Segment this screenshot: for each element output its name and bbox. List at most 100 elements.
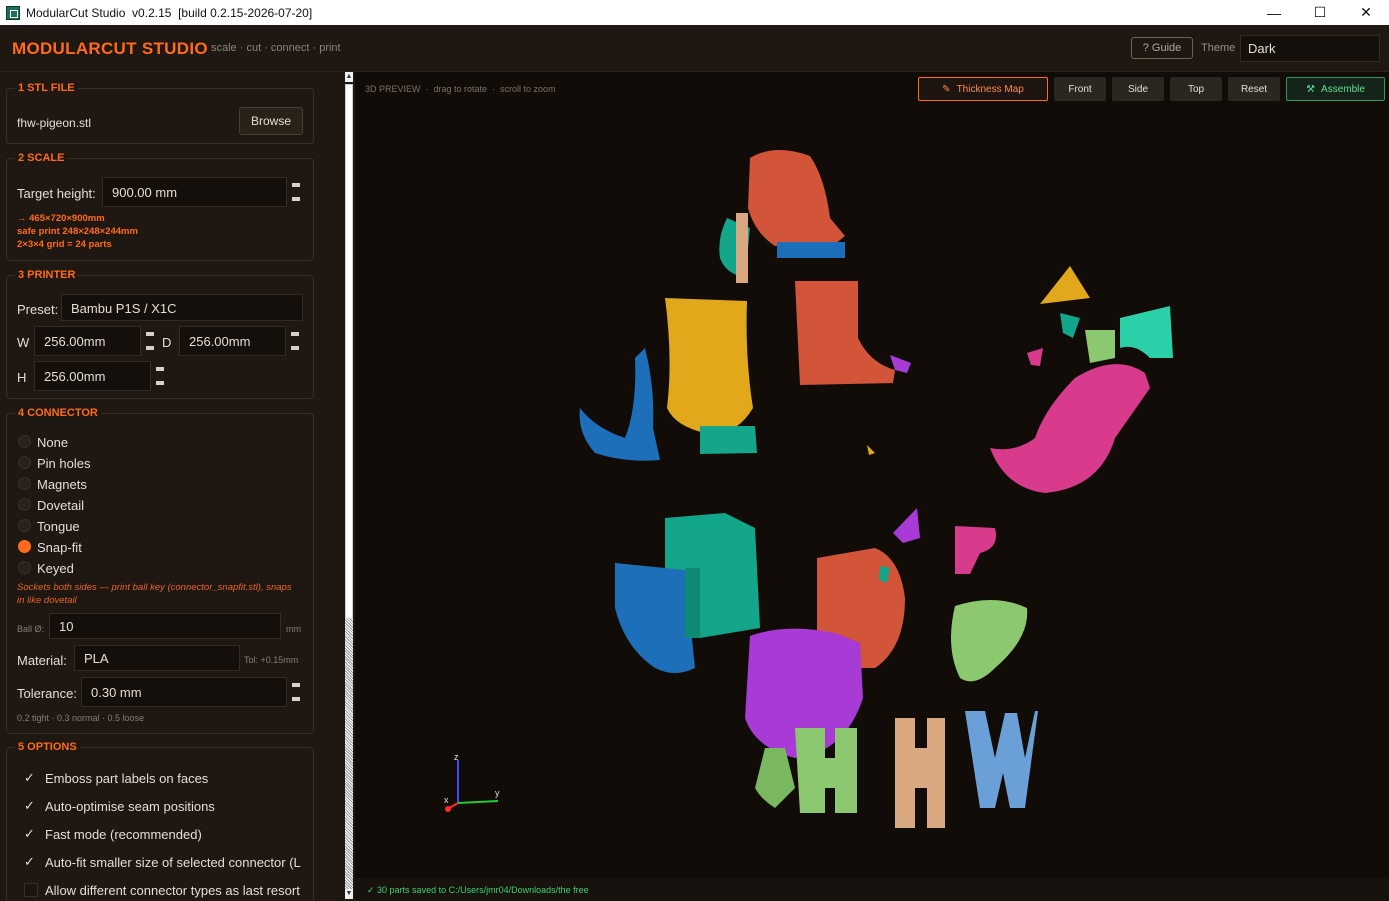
browse-button[interactable]: Browse [239, 107, 303, 135]
part-yellow-bit[interactable] [867, 445, 875, 455]
connector-note-cont: in like dovetail [17, 595, 77, 606]
scroll-up-arrow[interactable]: ▲ [345, 72, 353, 82]
brush-icon: ✎ [942, 83, 951, 95]
check-icon[interactable]: ✓ [24, 771, 38, 785]
part-letter-w[interactable] [965, 711, 1038, 808]
part-torso-yellow[interactable] [665, 298, 753, 434]
axis-y-line [457, 800, 499, 804]
maximize-button[interactable]: ☐ [1297, 0, 1343, 25]
part-green-spiral[interactable] [951, 599, 1028, 682]
part-head[interactable] [748, 149, 845, 246]
radio-snap-fit[interactable] [18, 540, 31, 553]
options-section: 5 OPTIONS ✓ Emboss part labels on faces … [6, 741, 314, 901]
part-head-base[interactable] [777, 242, 845, 258]
assemble-button[interactable]: ⚒ Assemble [1286, 77, 1385, 101]
theme-select[interactable]: Dark [1240, 35, 1380, 62]
part-purple-shard[interactable] [893, 508, 920, 543]
stl-filename: fhw-pigeon.stl [17, 116, 92, 130]
part-magenta-small[interactable] [1027, 348, 1043, 366]
radio-label[interactable]: Snap-fit [37, 540, 82, 555]
part-blue-lower[interactable] [615, 563, 695, 673]
part-wing-blue[interactable] [579, 348, 660, 461]
view-front-button[interactable]: Front [1054, 77, 1106, 101]
section-title: 3 PRINTER [15, 269, 79, 281]
radio-dovetail[interactable] [18, 498, 31, 511]
check-icon[interactable]: ✓ [24, 855, 38, 869]
ball-diameter-input[interactable]: 10 [49, 613, 281, 639]
radio-tongue[interactable] [18, 519, 31, 532]
printer-depth-input[interactable]: 256.00mm [179, 326, 286, 356]
theme-label: Theme [1201, 42, 1236, 54]
part-letter-h[interactable] [895, 718, 945, 828]
part-teal-lower[interactable] [685, 568, 700, 638]
grid-parts-count: 2×3×4 grid = 24 parts [17, 239, 112, 250]
settings-panel: 1 STL FILE fhw-pigeon.stl Browse 2 SCALE… [0, 72, 342, 901]
radio-label[interactable]: Keyed [37, 561, 74, 576]
radio-label[interactable]: Tongue [37, 519, 80, 534]
printer-width-input[interactable]: 256.00mm [34, 326, 141, 356]
option-auto-optimise-seams[interactable]: Auto-optimise seam positions [45, 799, 215, 814]
check-icon[interactable]: ✓ [24, 827, 38, 841]
panel-scrollbar[interactable]: ▲ ▼ [343, 72, 355, 901]
depth-label: D [162, 335, 172, 350]
radio-label[interactable]: Dovetail [37, 498, 84, 513]
model-scene[interactable]: z y x [355, 108, 1389, 878]
radio-label[interactable]: Magnets [37, 477, 87, 492]
radio-label[interactable]: None [37, 435, 68, 450]
option-emboss-labels[interactable]: Emboss part labels on faces [45, 771, 208, 786]
stl-section: 1 STL FILE fhw-pigeon.stl Browse [6, 82, 314, 144]
part-yellow-wedge[interactable] [1040, 266, 1090, 304]
printer-preset-select[interactable]: Bambu P1S / X1C [61, 294, 303, 321]
part-teal-bottom[interactable] [700, 426, 757, 454]
printer-depth-stepper[interactable] [286, 326, 304, 356]
height-label: H [17, 370, 27, 385]
option-auto-fit-connector[interactable]: Auto-fit smaller size of selected connec… [45, 855, 301, 870]
safe-print-size: safe print 248×248×244mm [17, 226, 138, 237]
printer-height-stepper[interactable] [151, 361, 169, 391]
radio-magnets[interactable] [18, 477, 31, 490]
tolerance-input[interactable]: 0.30 mm [81, 677, 287, 707]
printer-height-input[interactable]: 256.00mm [34, 361, 151, 391]
view-side-button[interactable]: Side [1112, 77, 1164, 101]
radio-label[interactable]: Pin holes [37, 456, 90, 471]
view-top-button[interactable]: Top [1170, 77, 1222, 101]
part-pink-piece[interactable] [955, 526, 996, 574]
printer-section: 3 PRINTER Preset: Bambu P1S / X1C W 256.… [6, 269, 314, 399]
tolerance-stepper[interactable] [287, 677, 305, 707]
check-icon[interactable]: ✓ [24, 799, 38, 813]
material-select[interactable]: PLA [74, 645, 240, 671]
part-teal-right[interactable] [1120, 306, 1173, 358]
guide-button[interactable]: ? Guide [1131, 37, 1193, 59]
radio-none[interactable] [18, 435, 31, 448]
preset-label: Preset: [17, 302, 59, 317]
part-green-foot[interactable] [755, 748, 795, 808]
part-teal-small[interactable] [1060, 313, 1080, 338]
unchecked-box[interactable] [24, 883, 38, 897]
printer-width-stepper[interactable] [141, 326, 159, 356]
thickness-map-button[interactable]: ✎ Thickness Map [918, 77, 1048, 101]
axis-y-label: y [495, 788, 500, 798]
target-height-input[interactable]: 900.00 mm [102, 177, 287, 207]
scroll-thumb[interactable] [345, 84, 353, 619]
close-button[interactable]: ✕ [1343, 0, 1389, 25]
part-body-orange[interactable] [795, 281, 895, 385]
part-small-tan[interactable] [736, 213, 748, 283]
width-label: W [17, 335, 30, 350]
view-reset-button[interactable]: Reset [1228, 77, 1280, 101]
radio-pin-holes[interactable] [18, 456, 31, 469]
app-header: MODULARCUT STUDIO scale · cut · connect … [0, 25, 1389, 72]
option-allow-different-connectors[interactable]: Allow different connector types as last … [45, 883, 300, 898]
option-fast-mode[interactable]: Fast mode (recommended) [45, 827, 202, 842]
target-height-stepper[interactable] [287, 177, 305, 207]
part-green-small[interactable] [1085, 330, 1115, 363]
preview-viewport[interactable]: 3D PREVIEW · drag to rotate · scroll to … [355, 72, 1389, 901]
axis-z-label: z [454, 752, 459, 762]
window-titlebar: ModularCut Studio v0.2.15 [build 0.2.15-… [0, 0, 1389, 25]
app-icon [6, 5, 20, 20]
scroll-track-lower[interactable] [345, 619, 353, 889]
radio-keyed[interactable] [18, 561, 31, 574]
scroll-down-arrow[interactable]: ▼ [345, 889, 353, 899]
part-arm-magenta[interactable] [990, 364, 1150, 493]
section-title: 5 OPTIONS [15, 741, 80, 753]
minimize-button[interactable]: — [1251, 0, 1297, 25]
